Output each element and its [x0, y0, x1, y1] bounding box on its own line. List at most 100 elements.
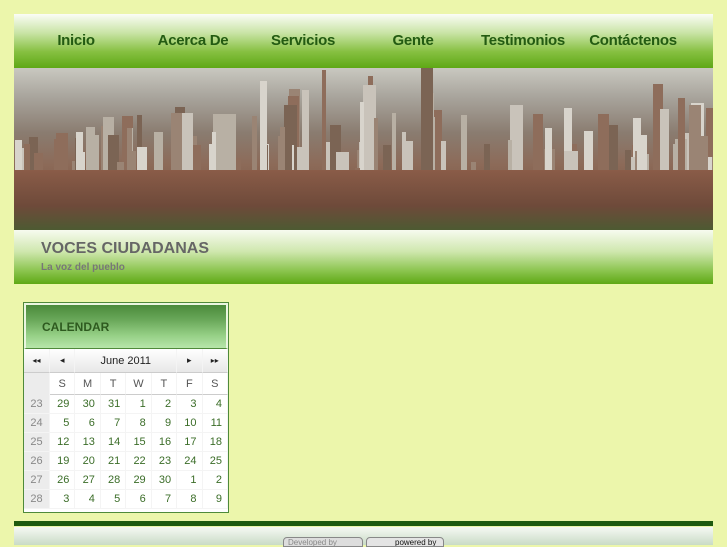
skyline-building — [460, 114, 468, 173]
skyline-building — [402, 140, 413, 174]
next-month-button[interactable]: ▸ — [177, 349, 203, 373]
calendar-day[interactable]: 30 — [75, 395, 101, 414]
skyline-building — [421, 68, 434, 186]
calendar-week-row: 26 19 20 21 22 23 24 25 — [24, 452, 228, 471]
weekday-header: M — [75, 373, 101, 395]
calendar-week-row: 28 3 4 5 6 7 8 9 — [24, 490, 228, 509]
site-header: VOCES CIUDADANAS La voz del pueblo — [14, 230, 713, 284]
calendar-day[interactable]: 28 — [100, 471, 127, 490]
prev-month-button[interactable]: ◂ — [50, 349, 76, 373]
footer: Developed by powered by — [14, 527, 713, 547]
calendar-day[interactable]: 5 — [100, 490, 127, 509]
skyline-building — [321, 70, 327, 177]
skyline-building — [373, 118, 378, 177]
calendar-day[interactable]: 22 — [126, 452, 152, 471]
calendar-day[interactable]: 7 — [100, 414, 127, 433]
calendar-day[interactable]: 31 — [100, 395, 127, 414]
skyline-building — [359, 101, 365, 177]
week-number: 28 — [24, 490, 50, 509]
site-title: VOCES CIUDADANAS — [41, 240, 210, 257]
calendar-day[interactable]: 5 — [50, 414, 76, 433]
nav-acerca-de[interactable]: Acerca De — [138, 14, 248, 68]
calendar-header: CALENDAR — [24, 303, 228, 349]
calendar-week-row: 23 29 30 31 1 2 3 4 — [24, 395, 228, 414]
calendar-day[interactable]: 25 — [202, 452, 228, 471]
calendar-day[interactable]: 15 — [126, 433, 152, 452]
calendar-day[interactable]: 19 — [50, 452, 76, 471]
weekday-header: T — [151, 373, 178, 395]
weekday-header: W — [126, 373, 152, 395]
skyline-building — [677, 98, 685, 176]
skyline-building — [181, 112, 193, 174]
calendar-week-row: 25 12 13 14 15 16 17 18 — [24, 433, 228, 452]
calendar-day[interactable]: 23 — [151, 452, 178, 471]
calendar-day[interactable]: 12 — [50, 433, 76, 452]
calendar-day[interactable]: 8 — [177, 490, 203, 509]
developed-by-badge[interactable]: Developed by — [283, 537, 363, 547]
week-number: 27 — [24, 471, 50, 490]
weekday-header: S — [50, 373, 76, 395]
prev-year-button[interactable]: ◂◂ — [24, 349, 50, 373]
calendar-week-row: 27 26 27 28 29 30 1 2 — [24, 471, 228, 490]
calendar-day[interactable]: 3 — [50, 490, 76, 509]
week-number: 26 — [24, 452, 50, 471]
calendar-day[interactable]: 9 — [202, 490, 228, 509]
calendar-day[interactable]: 13 — [75, 433, 101, 452]
calendar-day[interactable]: 18 — [202, 433, 228, 452]
calendar-day[interactable]: 4 — [202, 395, 228, 414]
calendar-day[interactable]: 2 — [202, 471, 228, 490]
nav-inicio[interactable]: Inicio — [14, 14, 138, 68]
calendar-day[interactable]: 6 — [126, 490, 152, 509]
calendar-day[interactable]: 21 — [100, 452, 127, 471]
calendar-day[interactable]: 20 — [75, 452, 101, 471]
calendar-day[interactable]: 29 — [126, 471, 152, 490]
nav-testimonios[interactable]: Testimonios — [468, 14, 578, 68]
footer-divider — [14, 521, 713, 526]
calendar-day[interactable]: 29 — [50, 395, 76, 414]
calendar-day[interactable]: 24 — [177, 452, 203, 471]
calendar-day[interactable]: 2 — [151, 395, 178, 414]
skyline-building — [15, 139, 23, 171]
calendar-day[interactable]: 3 — [177, 395, 203, 414]
hillside — [14, 170, 713, 230]
calendar-day[interactable]: 14 — [100, 433, 127, 452]
skyline-building — [302, 89, 310, 180]
calendar-day[interactable]: 30 — [151, 471, 178, 490]
calendar-day[interactable]: 7 — [151, 490, 178, 509]
month-label[interactable]: June 2011 — [75, 349, 178, 373]
nav-contactenos[interactable]: Contáctenos — [578, 14, 688, 68]
nav-servicios[interactable]: Servicios — [248, 14, 358, 68]
calendar-day[interactable]: 17 — [177, 433, 203, 452]
weekday-header: F — [177, 373, 203, 395]
calendar-day[interactable]: 6 — [75, 414, 101, 433]
skyline-building — [583, 130, 594, 175]
calendar-week-row: 24 5 6 7 8 9 10 11 — [24, 414, 228, 433]
calendar-day[interactable]: 1 — [126, 395, 152, 414]
calendar-day[interactable]: 4 — [75, 490, 101, 509]
week-number: 23 — [24, 395, 50, 414]
calendar-day[interactable]: 1 — [177, 471, 203, 490]
week-number: 24 — [24, 414, 50, 433]
calendar-day[interactable]: 9 — [151, 414, 178, 433]
calendar-day[interactable]: 26 — [50, 471, 76, 490]
calendar-table: ◂◂ ◂ June 2011 ▸ ▸▸ SMTWTFS 23 29 30 31 1 2 3 4… — [24, 349, 228, 509]
calendar-day[interactable]: 27 — [75, 471, 101, 490]
weekday-header: T — [100, 373, 127, 395]
calendar-day[interactable]: 11 — [202, 414, 228, 433]
skyline-building — [625, 149, 631, 171]
skyline-building — [153, 132, 164, 171]
week-number: 25 — [24, 433, 50, 452]
skyline-building — [285, 125, 292, 172]
calendar-day[interactable]: 8 — [126, 414, 152, 433]
calendar-title: CALENDAR — [42, 320, 110, 334]
next-year-button[interactable]: ▸▸ — [202, 349, 228, 373]
skyline-building — [222, 113, 237, 177]
calendar-day[interactable]: 16 — [151, 433, 178, 452]
weekday-header: S — [202, 373, 228, 395]
nav-gente[interactable]: Gente — [358, 14, 468, 68]
site-subtitle: La voz del pueblo — [41, 262, 125, 273]
calendar-day[interactable]: 10 — [177, 414, 203, 433]
main-nav: Inicio Acerca De Servicios Gente Testimo… — [14, 14, 713, 68]
powered-by-badge[interactable]: powered by — [366, 537, 444, 547]
skyline-building — [259, 81, 268, 178]
